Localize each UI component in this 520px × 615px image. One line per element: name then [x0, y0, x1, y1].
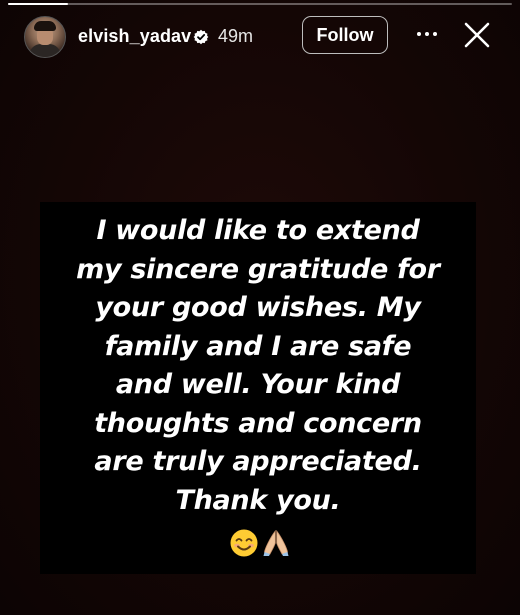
- close-icon[interactable]: [462, 20, 492, 50]
- username-link[interactable]: elvish_yadav: [78, 26, 191, 47]
- post-time: 49m: [218, 26, 254, 46]
- profile-avatar[interactable]: [24, 16, 66, 58]
- smiling-face-emoji: [230, 529, 258, 557]
- story-progress-bar: [8, 3, 512, 5]
- emoji-row: [0, 528, 520, 558]
- more-options-icon[interactable]: [412, 22, 442, 46]
- verified-badge-icon: [193, 29, 209, 45]
- story-viewer[interactable]: elvish_yadav 49m Follow I would like to …: [0, 0, 520, 615]
- story-message-text: I would like to extend my sincere gratit…: [76, 215, 440, 516]
- folded-hands-emoji: [263, 529, 289, 556]
- story-header: elvish_yadav 49m Follow: [0, 14, 520, 62]
- story-progress-fill: [8, 3, 69, 5]
- follow-button[interactable]: Follow: [302, 16, 388, 54]
